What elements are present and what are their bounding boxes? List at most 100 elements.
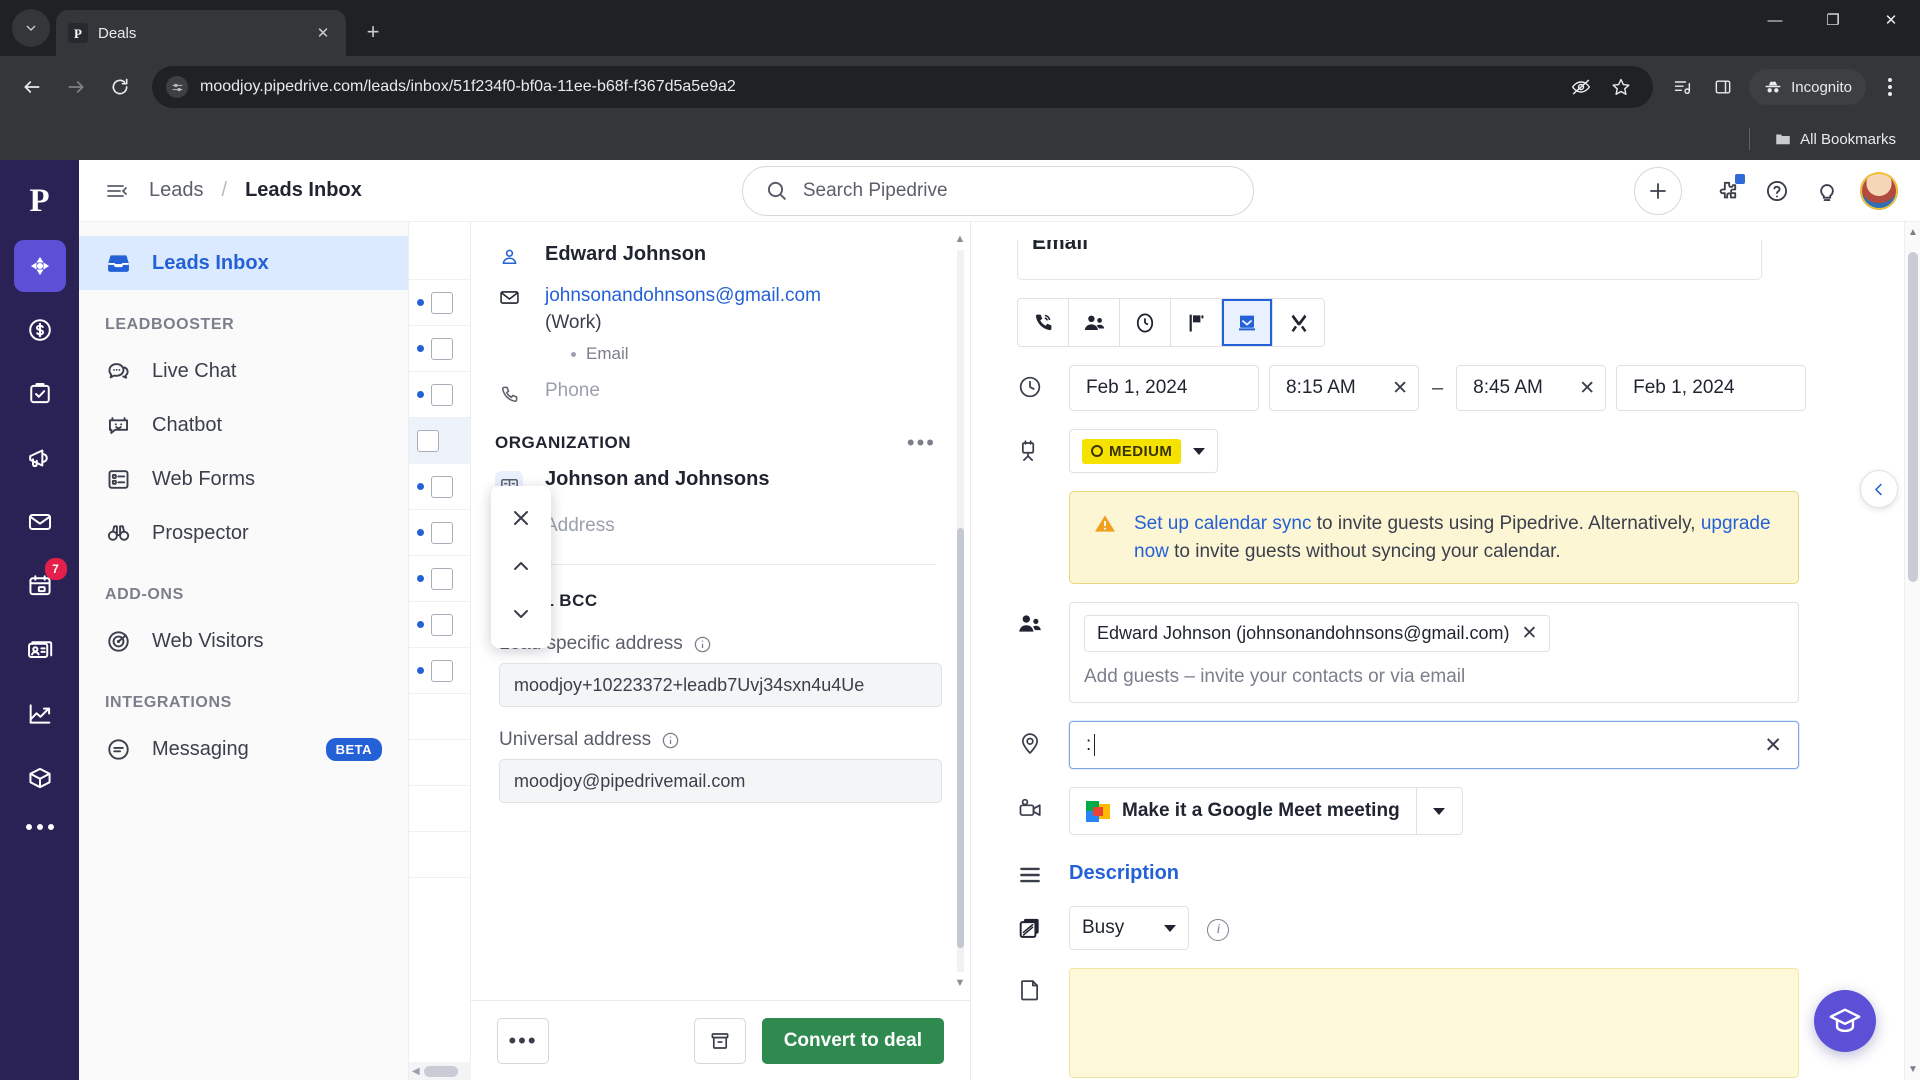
- incognito-indicator[interactable]: Incognito: [1749, 69, 1866, 105]
- rail-item-campaigns[interactable]: [14, 432, 66, 484]
- sidebar-item-web-visitors[interactable]: Web Visitors: [79, 614, 408, 668]
- rail-item-mail[interactable]: [14, 496, 66, 548]
- sidebar-item-live-chat[interactable]: Live Chat: [79, 344, 408, 398]
- list-horizontal-scrollbar[interactable]: ◀: [409, 1062, 471, 1080]
- browser-tab[interactable]: P Deals ✕: [56, 10, 346, 56]
- rail-item-products[interactable]: [14, 752, 66, 804]
- scroll-down-icon[interactable]: ▼: [954, 976, 966, 990]
- window-close-button[interactable]: ✕: [1862, 0, 1920, 40]
- list-item[interactable]: [409, 556, 470, 602]
- reload-button[interactable]: [100, 67, 140, 107]
- next-lead-icon[interactable]: [497, 590, 545, 638]
- row-checkbox[interactable]: [431, 659, 453, 682]
- sidebar-item-chatbot[interactable]: Chatbot: [79, 398, 408, 452]
- site-settings-icon[interactable]: [166, 76, 188, 98]
- end-time-input[interactable]: 8:45 AM ✕: [1456, 365, 1607, 411]
- list-item[interactable]: [409, 602, 470, 648]
- description-link[interactable]: Description: [1069, 853, 1179, 885]
- media-playlist-icon[interactable]: [1665, 69, 1701, 105]
- whats-new-icon[interactable]: [1810, 174, 1844, 208]
- scroll-up-icon[interactable]: ▲: [954, 232, 966, 246]
- activity-type-call[interactable]: [1018, 299, 1069, 346]
- email-row[interactable]: johnsonandohnsons@gmail.com (Work) Email: [471, 276, 970, 373]
- activity-type-lunch[interactable]: [1273, 299, 1324, 346]
- bookmark-star-icon[interactable]: [1603, 69, 1639, 105]
- more-actions-button[interactable]: •••: [497, 1017, 549, 1064]
- search-input[interactable]: [802, 179, 1231, 202]
- help-icon[interactable]: [1760, 174, 1794, 208]
- google-meet-button[interactable]: Make it a Google Meet meeting: [1069, 787, 1463, 836]
- add-button[interactable]: [1634, 166, 1682, 215]
- sidebar-item-leads-inbox[interactable]: Leads Inbox: [79, 236, 408, 290]
- collapse-menu-icon[interactable]: [101, 176, 131, 206]
- busy-select[interactable]: Busy: [1069, 906, 1189, 951]
- guests-input-box[interactable]: Edward Johnson (johnsonandohnsons@gmail.…: [1069, 602, 1799, 704]
- marketplace-icon[interactable]: [1710, 173, 1745, 208]
- lead-specific-address-field[interactable]: moodjoy+10223372+leadb7Uvj34sxn4u4Uе: [499, 663, 942, 708]
- new-tab-button[interactable]: +: [356, 15, 390, 49]
- row-checkbox[interactable]: [431, 291, 453, 314]
- person-row[interactable]: Edward Johnson: [471, 236, 970, 276]
- phone-row[interactable]: Phone: [471, 373, 970, 413]
- list-item[interactable]: [409, 832, 470, 878]
- info-icon[interactable]: i: [1207, 919, 1230, 942]
- guests-placeholder[interactable]: Add guests – invite your contacts or via…: [1084, 652, 1784, 688]
- breadcrumb-parent[interactable]: Leads: [149, 179, 204, 202]
- previous-lead-icon[interactable]: [497, 542, 545, 590]
- detail-scrollbar[interactable]: ▲ ▼: [954, 233, 966, 989]
- rail-item-insights[interactable]: [14, 688, 66, 740]
- email-link[interactable]: johnsonandohnsons@gmail.com: [545, 285, 821, 306]
- list-item[interactable]: [409, 786, 470, 832]
- activity-type-deadline[interactable]: [1171, 299, 1222, 346]
- browser-menu-icon[interactable]: [1872, 69, 1908, 105]
- all-bookmarks-button[interactable]: All Bookmarks: [1766, 126, 1904, 152]
- row-checkbox[interactable]: [431, 337, 453, 360]
- avatar[interactable]: [1860, 171, 1898, 210]
- close-lead-icon[interactable]: [497, 494, 545, 542]
- clear-end-time-icon[interactable]: ✕: [1571, 377, 1595, 400]
- page-scrollbar[interactable]: ▲ ▼: [1904, 222, 1920, 1080]
- row-checkbox[interactable]: [431, 567, 453, 590]
- search-box[interactable]: [741, 165, 1254, 216]
- row-checkbox[interactable]: [431, 521, 453, 544]
- row-checkbox[interactable]: [431, 613, 453, 636]
- pipedrive-logo-icon[interactable]: P: [15, 176, 65, 226]
- rail-item-leads[interactable]: [13, 240, 66, 292]
- list-item[interactable]: [409, 694, 470, 740]
- scroll-left-icon[interactable]: ◀: [409, 1066, 420, 1077]
- activity-subject-field[interactable]: Email: [1017, 240, 1762, 280]
- list-item[interactable]: [409, 326, 470, 372]
- rail-item-activities[interactable]: [14, 368, 66, 420]
- google-meet-dropdown[interactable]: [1415, 788, 1462, 835]
- forward-button[interactable]: [56, 67, 96, 107]
- remove-guest-icon[interactable]: ✕: [1522, 622, 1538, 645]
- organization-more-icon[interactable]: •••: [907, 432, 936, 454]
- list-item[interactable]: [409, 418, 470, 464]
- start-date-input[interactable]: Feb 1, 2024: [1069, 365, 1259, 411]
- list-item[interactable]: [409, 372, 470, 418]
- clear-location-icon[interactable]: ✕: [1764, 733, 1782, 758]
- tab-search-button[interactable]: [12, 9, 50, 47]
- address-bar[interactable]: moodjoy.pipedrive.com/leads/inbox/51f234…: [152, 66, 1654, 108]
- row-checkbox[interactable]: [431, 475, 453, 498]
- list-item[interactable]: [409, 464, 470, 510]
- rail-item-more[interactable]: [25, 824, 54, 830]
- sidebar-item-prospector[interactable]: Prospector: [79, 506, 408, 560]
- activity-type-email[interactable]: [1222, 299, 1273, 346]
- row-checkbox[interactable]: [417, 429, 439, 452]
- scroll-down-icon[interactable]: ▼: [1905, 1061, 1920, 1078]
- rail-item-deals[interactable]: [14, 304, 66, 356]
- universal-address-field[interactable]: moodjoy@pipedrivemail.com: [499, 759, 942, 804]
- activity-type-task[interactable]: [1120, 299, 1171, 346]
- scroll-up-icon[interactable]: ▲: [1905, 224, 1920, 241]
- collapse-panel-button[interactable]: [1860, 470, 1898, 508]
- clear-start-time-icon[interactable]: ✕: [1384, 377, 1408, 400]
- start-time-input[interactable]: 8:15 AM ✕: [1269, 365, 1419, 411]
- list-item[interactable]: [409, 740, 470, 786]
- google-meet-main[interactable]: Make it a Google Meet meeting: [1070, 788, 1416, 834]
- sidebar-item-messaging[interactable]: Messaging BETA: [79, 722, 408, 776]
- minimize-button[interactable]: —: [1746, 0, 1804, 40]
- note-textarea[interactable]: [1069, 968, 1799, 1079]
- rail-item-contacts[interactable]: [14, 624, 66, 676]
- activity-type-meeting[interactable]: [1069, 299, 1120, 346]
